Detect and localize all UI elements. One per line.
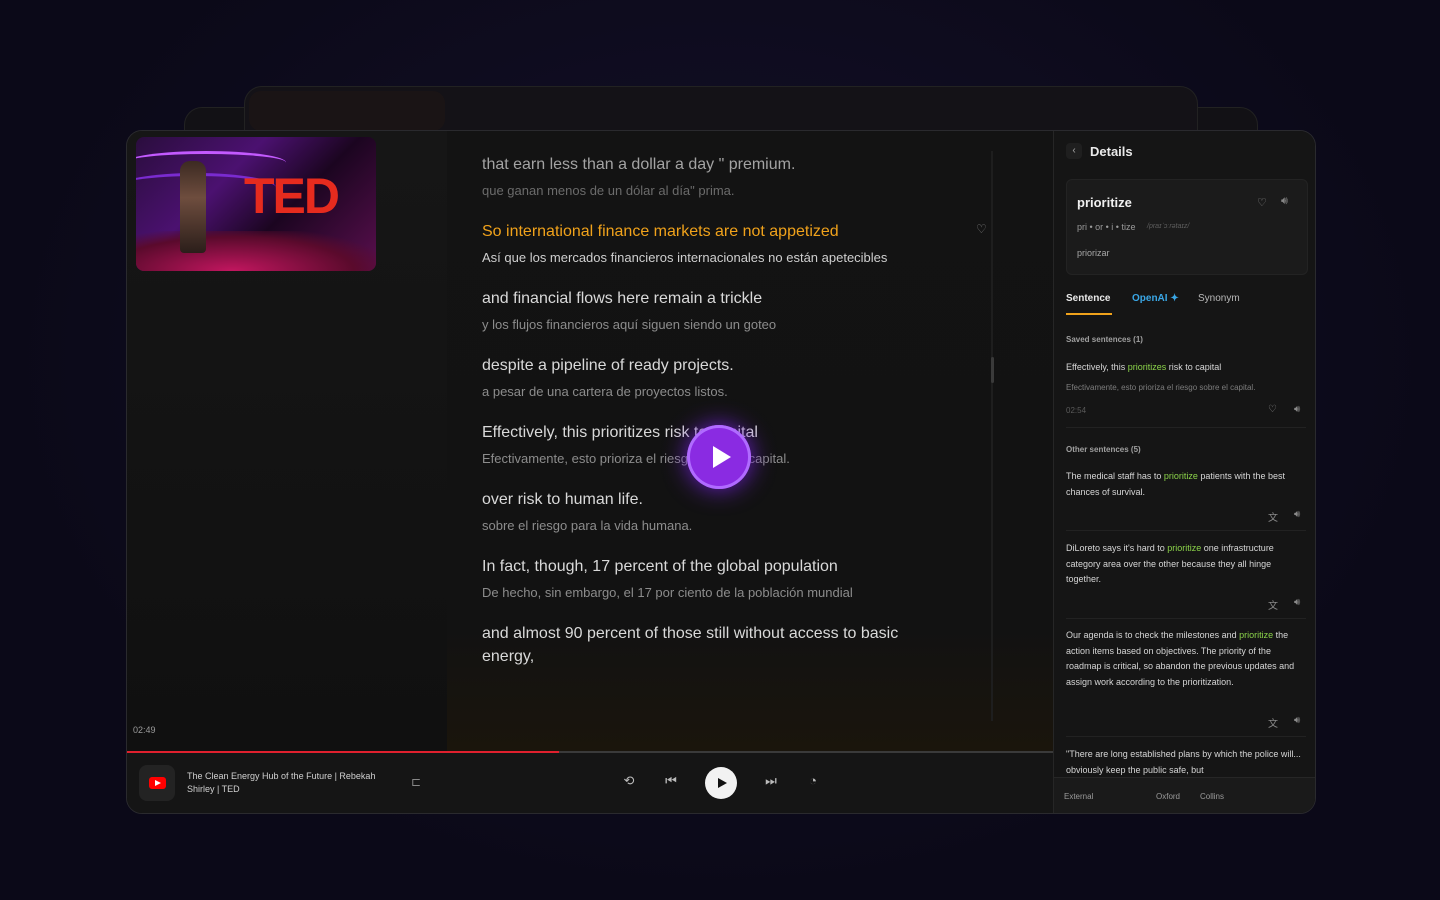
play-icon xyxy=(713,446,731,468)
details-tabs: Sentence OpenAI ✦ Synonym xyxy=(1066,293,1306,317)
player-controls: The Clean Energy Hub of the Future | Reb… xyxy=(127,753,1053,813)
heart-icon[interactable]: ♡ xyxy=(976,222,990,236)
app-window: TED 02:49 that earn less than a dollar a… xyxy=(126,130,1316,814)
back-chevron-icon[interactable]: ‹ xyxy=(1066,143,1082,159)
divider xyxy=(1066,427,1306,428)
transcript-line-english: In fact, though, 17 percent of the globa… xyxy=(482,558,838,575)
other-sentence: Our agenda is to check the milestones an… xyxy=(1066,628,1302,690)
sentence-text: DiLoreto says it's hard to xyxy=(1066,543,1168,553)
transcript-pane: that earn less than a dollar a day " pre… xyxy=(447,131,1053,751)
youtube-icon xyxy=(139,765,175,801)
transcript-line[interactable]: and financial flows here remain a trickl… xyxy=(482,287,952,334)
speaker-icon[interactable]: 🔊︎ xyxy=(1294,509,1300,520)
transcript-line-english: despite a pipeline of ready projects. xyxy=(482,357,734,374)
transcript-line-english: So international finance markets are not… xyxy=(482,223,839,240)
highlighted-word: prioritize xyxy=(1163,471,1198,481)
transcript-line-spanish: sobre el riesgo para la vida humana. xyxy=(482,518,693,533)
transcript-line-spanish: a pesar de una cartera de proyectos list… xyxy=(482,384,728,399)
transcript-line[interactable]: So international finance markets are not… xyxy=(482,220,987,267)
current-timestamp: 02:49 xyxy=(133,725,156,735)
word-syllables: pri • or • i • tize xyxy=(1077,222,1136,232)
transcript-line[interactable]: over risk to human life. sobre el riesgo … xyxy=(482,488,952,535)
transcript-line[interactable]: and almost 90 percent of those still wit… xyxy=(482,622,952,668)
saved-sentence-time: 02:54 xyxy=(1066,406,1087,415)
transcript-scrollbar[interactable] xyxy=(991,151,993,721)
details-title: Details xyxy=(1090,144,1133,159)
speaker-icon[interactable]: 🔊︎ xyxy=(1281,195,1288,208)
transcript-line-spanish: De hecho, sin embargo, el 17 por ciento … xyxy=(482,585,853,600)
saved-sentence: Effectively, this prioritizes risk to ca… xyxy=(1066,360,1302,376)
tab-sentence[interactable]: Sentence xyxy=(1066,293,1113,315)
oxford-link[interactable]: Oxford xyxy=(1156,792,1180,801)
divider xyxy=(1066,736,1306,737)
transcript-line[interactable]: In fact, though, 17 percent of the globa… xyxy=(482,555,952,602)
previous-icon[interactable]: ⏮ xyxy=(663,773,679,789)
heart-icon[interactable]: ♡ xyxy=(1268,404,1277,415)
repeat-icon[interactable]: ⟲ xyxy=(621,773,637,789)
video-thumbnail[interactable]: TED xyxy=(136,137,376,271)
saved-sentence-translation: Efectivamente, esto prioriza el riesgo s… xyxy=(1066,383,1256,392)
external-link[interactable]: External xyxy=(1064,792,1093,801)
transcript-line-english: that earn less than a dollar a day " pre… xyxy=(482,156,796,173)
speed-icon[interactable]: ◔ xyxy=(805,773,821,789)
word-card: prioritize ♡ 🔊︎ pri • or • i • tize /pra… xyxy=(1066,179,1308,275)
transcript-list: that earn less than a dollar a day " pre… xyxy=(482,153,987,688)
word-ipa: /praɪˈɔːrətaɪz/ xyxy=(1147,223,1190,230)
dictionary-footer: External Oxford Collins xyxy=(1054,777,1315,813)
transcript-line[interactable]: despite a pipeline of ready projects. a p… xyxy=(482,354,952,401)
ted-logo: TED xyxy=(244,168,340,224)
overlay-play-button[interactable] xyxy=(687,425,751,489)
translate-icon[interactable]: 文 xyxy=(1268,509,1278,524)
speaker-icon[interactable]: 🔊︎ xyxy=(1294,404,1300,415)
translate-icon[interactable]: 文 xyxy=(1268,597,1278,612)
speaker-icon[interactable]: 🔊︎ xyxy=(1294,715,1300,726)
heart-icon[interactable]: ♡ xyxy=(1257,196,1267,209)
other-sentences-label: Other sentences (5) xyxy=(1066,445,1141,454)
other-sentence: "There are long established plans by whi… xyxy=(1066,747,1302,777)
transcript-line-english: and financial flows here remain a trickl… xyxy=(482,290,763,307)
add-to-list-icon[interactable]: ⊏ xyxy=(411,775,425,789)
youtube-logo xyxy=(149,777,166,789)
sentence-text: Our agenda is to check the milestones an… xyxy=(1066,630,1240,640)
translate-icon[interactable]: 文 xyxy=(1268,715,1278,730)
sentence-text: The medical staff has to xyxy=(1066,471,1164,481)
highlighted-word: prioritize xyxy=(1167,543,1202,553)
other-sentence: The medical staff has to prioritize pati… xyxy=(1066,469,1302,500)
divider xyxy=(1066,530,1306,531)
stage-floor xyxy=(136,231,376,271)
highlighted-word: prioritizes xyxy=(1127,362,1167,372)
transcript-line[interactable]: that earn less than a dollar a day " pre… xyxy=(482,153,952,200)
transcript-line-english: over risk to human life. xyxy=(482,491,643,508)
sentence-text: risk to capital xyxy=(1166,362,1222,372)
speaker-figure xyxy=(180,161,206,253)
details-pane: ‹ Details prioritize ♡ 🔊︎ pri • or • i •… xyxy=(1053,131,1315,813)
sentence-text: Effectively, this xyxy=(1066,362,1128,372)
word-headword: prioritize xyxy=(1077,195,1132,210)
play-icon xyxy=(718,778,727,788)
saved-sentences-label: Saved sentences (1) xyxy=(1066,335,1143,344)
collins-link[interactable]: Collins xyxy=(1200,792,1224,801)
other-sentence: DiLoreto says it's hard to prioritize on… xyxy=(1066,541,1302,588)
background-thumbnail xyxy=(249,91,445,131)
highlighted-word: prioritize xyxy=(1239,630,1274,640)
tab-synonym[interactable]: Synonym xyxy=(1198,293,1240,304)
video-pane: TED 02:49 xyxy=(127,131,447,751)
divider xyxy=(1066,618,1306,619)
word-translation: priorizar xyxy=(1077,248,1110,258)
transcript-line-english: and almost 90 percent of those still wit… xyxy=(482,625,899,665)
transcript-scroll-thumb[interactable] xyxy=(991,357,994,383)
video-title: The Clean Energy Hub of the Future | Reb… xyxy=(187,771,376,794)
details-header: ‹ Details xyxy=(1066,143,1306,163)
tab-openai[interactable]: OpenAI ✦ xyxy=(1132,293,1179,304)
transcript-line-spanish: que ganan menos de un dólar al día" prim… xyxy=(482,183,735,198)
next-icon[interactable]: ⏭ xyxy=(763,773,779,789)
speaker-icon[interactable]: 🔊︎ xyxy=(1294,597,1300,608)
transcript-line-spanish: y los flujos financieros aquí siguen sie… xyxy=(482,317,777,332)
play-button[interactable] xyxy=(705,767,737,799)
transcript-line-spanish: Así que los mercados financieros interna… xyxy=(482,250,888,265)
desktop-background: TED 02:49 that earn less than a dollar a… xyxy=(0,0,1440,900)
sentence-text: "There are long established plans by whi… xyxy=(1066,749,1301,775)
